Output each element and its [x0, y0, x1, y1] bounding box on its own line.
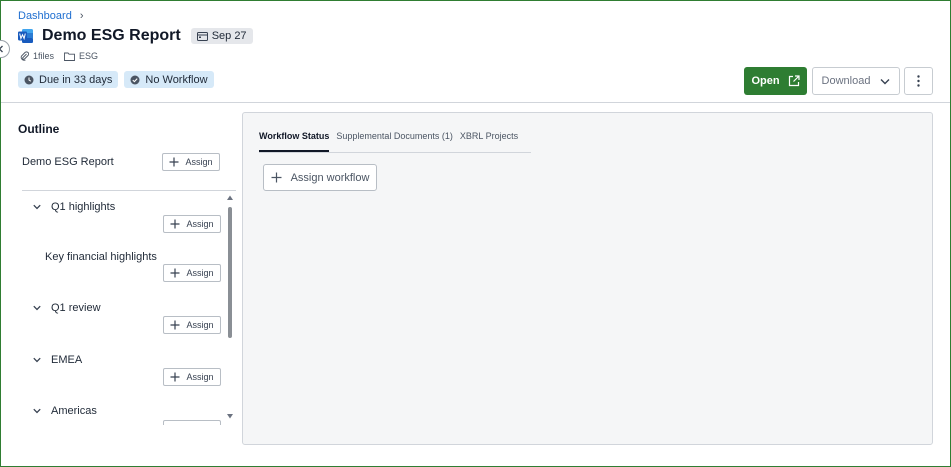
check-circle-icon	[130, 75, 140, 84]
outline-item-q1-highlights[interactable]: Q1 highlights	[33, 201, 115, 213]
chevron-down-icon	[880, 78, 890, 84]
chevron-down-icon	[33, 357, 41, 363]
assign-label: Assign	[185, 157, 213, 167]
page-title: Demo ESG Report	[42, 27, 181, 44]
outline-item-q1-review[interactable]: Q1 review	[33, 302, 101, 314]
status-badges: Due in 33 days No Workflow	[18, 71, 214, 88]
chevron-down-icon	[33, 408, 41, 414]
due-status-badge: Due in 33 days	[18, 71, 119, 88]
outline-item-americas[interactable]: Americas	[33, 405, 97, 417]
chevron-down-icon	[33, 204, 41, 210]
outline-heading: Outline	[18, 122, 60, 136]
assign-workflow-button[interactable]: Assign workflow	[263, 164, 377, 191]
scroll-down-arrow-icon[interactable]	[226, 412, 234, 420]
calendar-icon	[196, 32, 208, 41]
document-meta: 1files ESG	[20, 51, 98, 61]
tab-supplemental-documents[interactable]: Supplemental Documents (1)	[336, 131, 453, 150]
outline-item-label: Q1 review	[51, 302, 101, 314]
workflow-panel	[242, 112, 933, 445]
external-link-icon	[788, 75, 800, 87]
workflow-status-badge: No Workflow	[124, 71, 214, 88]
assign-button-root[interactable]: Assign	[162, 153, 220, 171]
plus-icon	[170, 320, 180, 330]
assign-label: Assign	[186, 372, 214, 382]
assign-button-key-financial-highlights[interactable]: Assign	[163, 264, 221, 282]
plus-icon	[170, 372, 180, 382]
tabs-divider	[259, 152, 531, 153]
plus-icon	[271, 172, 282, 183]
date-badge: Sep 27	[190, 28, 253, 44]
chevron-left-icon	[0, 45, 3, 53]
scroll-up-arrow-icon[interactable]	[226, 194, 234, 202]
due-status-text: Due in 33 days	[39, 73, 113, 86]
due-date: Sep 27	[211, 30, 247, 42]
folder-name[interactable]: ESG	[79, 51, 98, 61]
breadcrumb: Dashboard ›	[18, 10, 84, 22]
chevron-down-icon	[33, 305, 41, 311]
folder-icon	[64, 52, 75, 61]
clock-icon	[24, 75, 34, 84]
plus-icon	[170, 268, 180, 278]
outline-item-label: Americas	[51, 405, 97, 417]
more-vertical-icon	[917, 75, 920, 87]
download-button-label: Download	[821, 75, 871, 87]
word-document-icon	[18, 29, 33, 43]
outline-scrollbar-thumb[interactable]	[228, 207, 232, 338]
open-button[interactable]: Open	[744, 67, 807, 95]
breadcrumb-dashboard-link[interactable]: Dashboard	[18, 10, 72, 22]
assign-workflow-label: Assign workflow	[290, 171, 370, 184]
outline-divider	[22, 190, 236, 191]
plus-icon	[169, 157, 179, 167]
outline-item-label: Q1 highlights	[51, 201, 116, 213]
assign-button-q1-highlights[interactable]: Assign	[163, 215, 221, 233]
tab-workflow-status[interactable]: Workflow Status	[259, 131, 330, 152]
outline-item-label: Key financial highlights	[45, 251, 157, 263]
assign-button-americas-clipped[interactable]	[163, 420, 221, 425]
more-options-button[interactable]	[904, 67, 933, 95]
assign-button-emea[interactable]: Assign	[163, 368, 221, 386]
assign-label: Assign	[186, 268, 214, 278]
tab-xbrl-projects[interactable]: XBRL Projects	[460, 131, 518, 150]
title-row: Demo ESG Report Sep 27	[18, 27, 253, 45]
assign-label: Assign	[186, 219, 214, 229]
plus-icon	[170, 219, 180, 229]
assign-label: Assign	[186, 320, 214, 330]
download-button[interactable]: Download	[812, 67, 900, 95]
header-divider	[1, 102, 950, 103]
assign-button-q1-review[interactable]: Assign	[163, 316, 221, 334]
panel-tabs: Workflow Status Supplemental Documents (…	[259, 131, 525, 152]
outline-root-item[interactable]: Demo ESG Report	[22, 156, 114, 168]
open-button-label: Open	[751, 75, 780, 87]
outline-item-key-financial-highlights[interactable]: Key financial highlights	[45, 251, 157, 263]
file-count[interactable]: 1files	[33, 51, 54, 61]
outline-item-label: EMEA	[51, 354, 83, 366]
workflow-status-text: No Workflow	[145, 73, 208, 86]
outline-item-emea[interactable]: EMEA	[33, 354, 82, 366]
paperclip-icon	[20, 51, 29, 61]
chevron-right-icon: ›	[79, 10, 84, 22]
